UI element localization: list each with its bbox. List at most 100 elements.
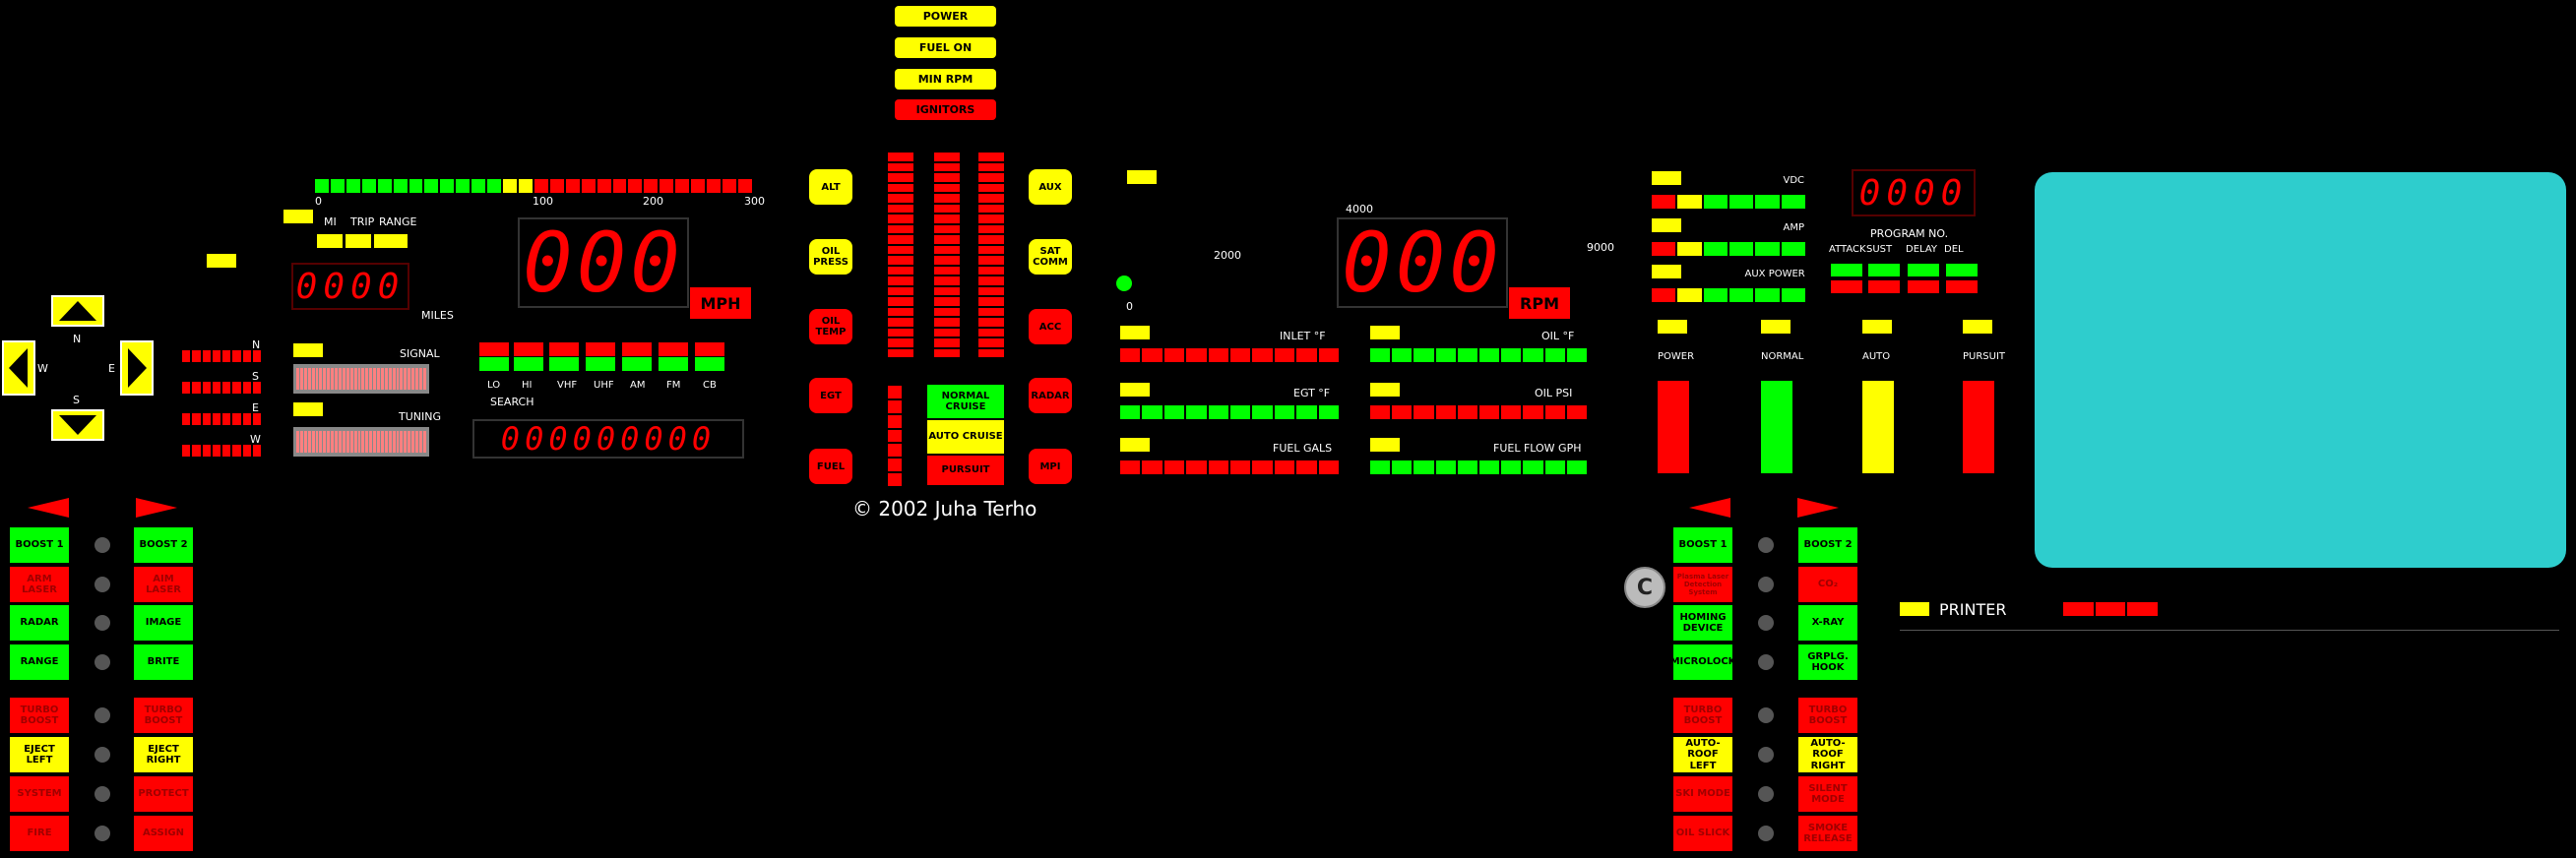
band-green-lo[interactable] — [479, 357, 509, 371]
left-panel-btn-right-6[interactable]: PROTECT — [133, 775, 194, 813]
band-green-am[interactable] — [622, 357, 652, 371]
program-red[interactable] — [1908, 280, 1939, 293]
strip-tick — [388, 431, 392, 453]
strip-tick — [415, 431, 418, 453]
right-panel-btn-left-5[interactable]: AUTO-ROOF LEFT — [1672, 736, 1733, 773]
pill-fuel[interactable]: FUEL — [809, 449, 852, 484]
left-panel-btn-left-3[interactable]: RANGE — [9, 644, 70, 681]
right-panel-btn-left-2[interactable]: HOMING DEVICE — [1672, 604, 1733, 642]
right-panel-btn-right-4[interactable]: TURBO BOOST — [1797, 697, 1858, 734]
mode-trip-button[interactable] — [346, 234, 371, 248]
band-red-am[interactable] — [622, 342, 652, 356]
band-red-vhf[interactable] — [549, 342, 579, 356]
level-segment — [888, 245, 913, 254]
right-panel-btn-left-0[interactable]: BOOST 1 — [1672, 526, 1733, 564]
gauge-label-right: OIL °F — [1541, 330, 1575, 342]
mode-bar-normal[interactable] — [1761, 381, 1792, 473]
program-red[interactable] — [1946, 280, 1978, 293]
band-green-uhf[interactable] — [586, 357, 615, 371]
pill-radar[interactable]: RADAR — [1029, 378, 1072, 413]
right-panel-btn-right-1[interactable]: CO₂ — [1797, 566, 1858, 603]
right-panel-btn-right-0[interactable]: BOOST 2 — [1797, 526, 1858, 564]
pill-acc[interactable]: ACC — [1029, 309, 1072, 344]
pill-oil-press[interactable]: OIL PRESS — [809, 239, 852, 275]
program-col-label: SUST — [1866, 244, 1893, 255]
auto-cruise-button[interactable]: AUTO CRUISE — [926, 419, 1005, 455]
left-panel-btn-right-7[interactable]: ASSIGN — [133, 815, 194, 852]
right-panel-btn-right-3[interactable]: GRPLG. HOOK — [1797, 644, 1858, 681]
right-panel-btn-left-6[interactable]: SKI MODE — [1672, 775, 1733, 813]
band-green-fm[interactable] — [659, 357, 688, 371]
band-red-lo[interactable] — [479, 342, 509, 356]
band-red-cb[interactable] — [695, 342, 724, 356]
speed-bar-segment — [612, 179, 627, 193]
program-green[interactable] — [1831, 264, 1862, 276]
left-panel-btn-left-4[interactable]: TURBO BOOST — [9, 697, 70, 734]
band-green-hi[interactable] — [514, 357, 543, 371]
band-red-uhf[interactable] — [586, 342, 615, 356]
mode-range-button[interactable] — [374, 234, 408, 248]
pill-alt[interactable]: ALT — [809, 169, 852, 205]
pursuit-button[interactable]: PURSUIT — [926, 455, 1005, 486]
gauge-seg — [1163, 348, 1185, 362]
left-panel-btn-left-6[interactable]: SYSTEM — [9, 775, 70, 813]
left-panel-btn-left-7[interactable]: FIRE — [9, 815, 70, 852]
right-panel-btn-right-2[interactable]: X-RAY — [1797, 604, 1858, 642]
band-green-cb[interactable] — [695, 357, 724, 371]
left-panel-btn-right-5[interactable]: EJECT RIGHT — [133, 736, 194, 773]
fuel-on-indicator[interactable]: FUEL ON — [895, 37, 996, 58]
arrow-up-icon[interactable] — [51, 295, 104, 327]
tuning-strip[interactable] — [293, 427, 429, 457]
strip-tick — [346, 368, 349, 390]
power-indicator[interactable]: POWER — [895, 6, 996, 27]
pill-aux[interactable]: AUX — [1029, 169, 1072, 205]
c-badge[interactable]: C — [1624, 567, 1665, 608]
right-panel-btn-right-6[interactable]: SILENT MODE — [1797, 775, 1858, 813]
signal-strip[interactable] — [293, 364, 429, 394]
mode-bar-auto[interactable] — [1862, 381, 1894, 473]
right-panel-btn-left-3[interactable]: MICROLOCK — [1670, 644, 1735, 681]
pill-egt[interactable]: EGT — [809, 378, 852, 413]
program-red[interactable] — [1868, 280, 1900, 293]
program-green[interactable] — [1868, 264, 1900, 276]
right-panel-btn-right-7[interactable]: SMOKE RELEASE — [1797, 815, 1858, 852]
band-green-vhf[interactable] — [549, 357, 579, 371]
right-panel-btn-right-5[interactable]: AUTO-ROOF RIGHT — [1797, 736, 1858, 773]
gauge-seg — [1318, 348, 1340, 362]
program-green[interactable] — [1946, 264, 1978, 276]
program-green[interactable] — [1908, 264, 1939, 276]
right-panel-btn-left-4[interactable]: TURBO BOOST — [1672, 697, 1733, 734]
min-rpm-indicator[interactable]: MIN RPM — [895, 69, 996, 90]
left-panel-btn-left-1[interactable]: ARM LASER — [9, 566, 70, 603]
mode-bar-power[interactable] — [1658, 381, 1689, 473]
left-panel-btn-right-4[interactable]: TURBO BOOST — [133, 697, 194, 734]
program-red[interactable] — [1831, 280, 1862, 293]
pill-mpi[interactable]: MPI — [1029, 449, 1072, 484]
pill-oil-temp[interactable]: OIL TEMP — [809, 309, 852, 344]
power-seg — [1677, 242, 1702, 256]
arrow-right-icon[interactable] — [120, 340, 154, 396]
mode-mi-button[interactable] — [317, 234, 343, 248]
strip-tick — [408, 431, 411, 453]
left-panel-btn-left-2[interactable]: RADAR — [9, 604, 70, 642]
power-seg — [1652, 242, 1676, 256]
left-panel-btn-right-0[interactable]: BOOST 2 — [133, 526, 194, 564]
strip-tick — [377, 431, 380, 453]
normal-cruise-button[interactable]: NORMAL CRUISE — [926, 384, 1005, 419]
band-red-fm[interactable] — [659, 342, 688, 356]
ignitors-indicator[interactable]: IGNITORS — [895, 99, 996, 120]
right-panel-btn-left-1[interactable]: Plasma Laser Detection System — [1672, 566, 1733, 603]
mode-bar-pursuit[interactable] — [1963, 381, 1994, 473]
left-panel-btn-right-2[interactable]: IMAGE — [133, 604, 194, 642]
pill-sat-comm[interactable]: SAT COMM — [1029, 239, 1072, 275]
right-panel-btn-left-7[interactable]: OIL SLICK — [1672, 815, 1733, 852]
band-red-hi[interactable] — [514, 342, 543, 356]
display-screen[interactable] — [2035, 172, 2566, 568]
left-panel-btn-right-3[interactable]: BRITE — [133, 644, 194, 681]
left-panel-btn-left-0[interactable]: BOOST 1 — [9, 526, 70, 564]
left-panel-btn-right-1[interactable]: AIM LASER — [133, 566, 194, 603]
arrow-left-icon[interactable] — [2, 340, 35, 396]
arrow-down-icon[interactable] — [51, 409, 104, 441]
level-segment — [888, 153, 913, 161]
left-panel-btn-left-5[interactable]: EJECT LEFT — [9, 736, 70, 773]
